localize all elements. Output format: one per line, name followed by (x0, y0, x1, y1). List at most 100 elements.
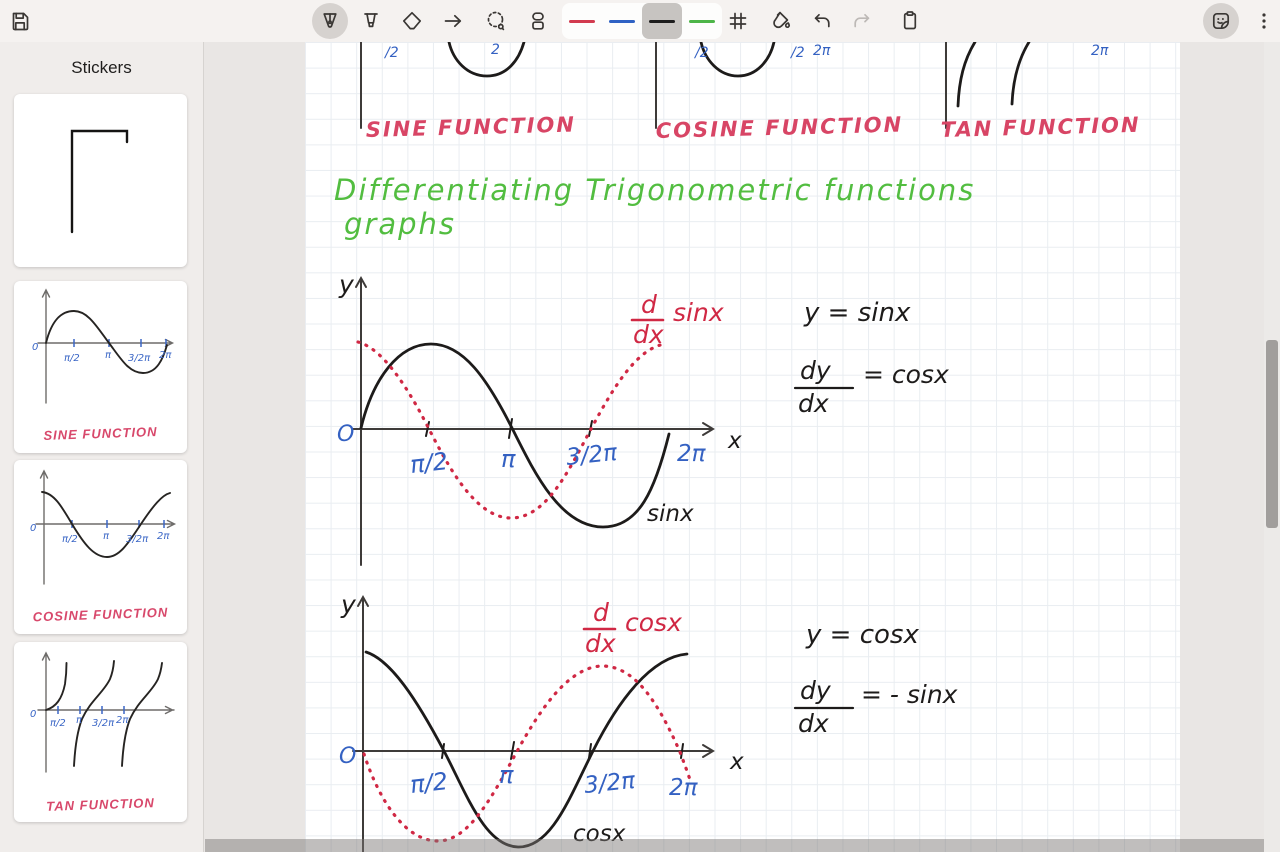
tick-fragment: 2π (1091, 43, 1109, 59)
g1-curve-label: sinx (647, 501, 694, 527)
svg-text:π: π (103, 531, 110, 542)
svg-text:3/2π: 3/2π (126, 534, 149, 545)
tick-fragment: 2π (813, 43, 831, 59)
tick-fragment: 2 (491, 42, 500, 58)
partial-tan-curve-2 (1012, 42, 1029, 104)
green-line-swatch (689, 20, 715, 23)
heading-line-2: graphs (344, 207, 456, 241)
fill-tool-button[interactable] (763, 3, 799, 39)
undo-icon (810, 9, 834, 33)
g1-tick-label: π (501, 445, 516, 473)
g1-eq2-rhs: = cosx (863, 360, 949, 389)
stroke-color-blue[interactable] (602, 3, 642, 39)
pen-tool-button[interactable] (312, 3, 348, 39)
stroke-color-red[interactable] (562, 3, 602, 39)
sticker-card-cosine[interactable]: 0 π/2 π 3/2π 2π COSINE FUNCTION (14, 460, 187, 634)
g2-deriv-denominator: dx (585, 629, 616, 658)
arrow-icon (441, 9, 465, 33)
corner-shape-drawing (14, 94, 187, 267)
arrow-tool-button[interactable] (435, 3, 471, 39)
g2-tick-label: π (499, 761, 514, 789)
graph-cosine-derivative: y x O π/2 π 3/2π 2π d dx cosx cosx y = c… (339, 590, 958, 852)
g2-tick-label: 3/2π (583, 768, 637, 799)
g2-equation-1: y = cosx (805, 620, 919, 650)
g1-deriv-function: sinx (673, 298, 724, 327)
clipboard-icon (898, 9, 922, 33)
g1-deriv-denominator: dx (633, 320, 664, 349)
vertical-scrollbar-thumb[interactable] (1266, 340, 1278, 528)
shapes-icon (526, 9, 550, 33)
save-button[interactable] (2, 3, 38, 39)
sine-function-label: SINE FUNCTION (366, 113, 577, 142)
top-partial-graphs: /2 2 /2 /2 2π 2π SINE FUNCTION COSINE FU… (361, 42, 1141, 143)
cosine-function-label: COSINE FUNCTION (656, 113, 904, 143)
black-line-swatch (649, 20, 675, 23)
g1-y-label: y (338, 270, 355, 299)
svg-text:π/2: π/2 (50, 718, 66, 729)
g2-deriv-numerator: d (593, 598, 609, 627)
sticker-card-sine[interactable]: 0 π/2 π 3/2π 2π SINE FUNCTION (14, 281, 187, 453)
svg-text:π: π (105, 350, 112, 361)
redo-icon (850, 9, 874, 33)
lasso-select-icon (484, 9, 508, 33)
svg-text:0: 0 (30, 523, 36, 534)
pen-icon (318, 9, 342, 33)
g2-deriv-function: cosx (625, 608, 682, 637)
overflow-menu-button[interactable] (1246, 3, 1280, 39)
lasso-select-button[interactable] (478, 3, 514, 39)
tick-fragment: /2 (789, 45, 805, 61)
tan-sticker-drawing: 0 π/2 π 3/2π 2π (14, 642, 187, 784)
grid-toggle-button[interactable] (720, 3, 756, 39)
g1-eq2-numerator: dy (800, 356, 832, 385)
stroke-color-black[interactable] (642, 3, 682, 39)
grid-icon (726, 9, 750, 33)
shapes-tool-button[interactable] (520, 3, 556, 39)
g1-x-label: x (727, 428, 742, 454)
g1-sine-curve (361, 344, 669, 527)
eraser-tool-button[interactable] (394, 3, 430, 39)
red-line-swatch (569, 20, 595, 23)
toolbar (0, 0, 1280, 42)
sticker-card-corner[interactable] (14, 94, 187, 267)
blue-line-swatch (609, 20, 635, 23)
sticker-caption-tan: TAN FUNCTION (14, 794, 187, 815)
canvas-drawing: /2 2 /2 /2 2π 2π SINE FUNCTION COSINE FU… (205, 42, 1280, 852)
stroke-color-green[interactable] (682, 3, 722, 39)
sidebar-title: Stickers (0, 42, 203, 78)
sticker-caption-sine: SINE FUNCTION (14, 423, 187, 444)
svg-text:2π: 2π (116, 715, 129, 726)
svg-text:π/2: π/2 (62, 534, 78, 545)
g2-x-label: x (729, 749, 744, 775)
svg-text:π: π (76, 715, 83, 726)
partial-tan-curve-1 (958, 42, 975, 106)
highlighter-tool-button[interactable] (353, 3, 389, 39)
horizontal-scrollbar-thumb[interactable] (205, 839, 1264, 852)
g2-cosine-curve (366, 652, 687, 847)
graph-sine-derivative: y x O π/2 π 3/2π 2π d dx sinx sinx y = s… (337, 270, 949, 565)
svg-text:0: 0 (32, 342, 38, 353)
paste-button[interactable] (892, 3, 928, 39)
save-icon (8, 9, 32, 33)
g2-eq2-rhs: = - sinx (861, 680, 958, 709)
g1-tick-label: π/2 (409, 447, 450, 479)
sticker-card-tan[interactable]: 0 π/2 π 3/2π 2π TAN FUNCTION (14, 642, 187, 822)
eraser-icon (400, 9, 424, 33)
svg-text:3/2π: 3/2π (92, 718, 115, 729)
g1-tick-label: 3/2π (565, 440, 619, 471)
highlighter-icon (359, 9, 383, 33)
stickers-panel-button[interactable] (1203, 3, 1239, 39)
redo-button[interactable] (844, 3, 880, 39)
svg-text:0: 0 (30, 709, 36, 720)
canvas-area[interactable]: /2 2 /2 /2 2π 2π SINE FUNCTION COSINE FU… (205, 42, 1280, 852)
g2-eq2-denominator: dx (798, 709, 829, 738)
kebab-menu-icon (1252, 9, 1276, 33)
vertical-scrollbar-track[interactable] (1264, 42, 1280, 852)
heading-line-1: Differentiating Trigonometric functions (334, 173, 975, 207)
sticker-icon (1209, 9, 1233, 33)
heading: Differentiating Trigonometric functions … (334, 173, 975, 241)
g2-y-label: y (340, 590, 357, 619)
g1-deriv-numerator: d (641, 290, 657, 319)
undo-button[interactable] (804, 3, 840, 39)
g1-origin-label: O (337, 422, 354, 447)
g2-tick-label: 2π (669, 775, 699, 801)
